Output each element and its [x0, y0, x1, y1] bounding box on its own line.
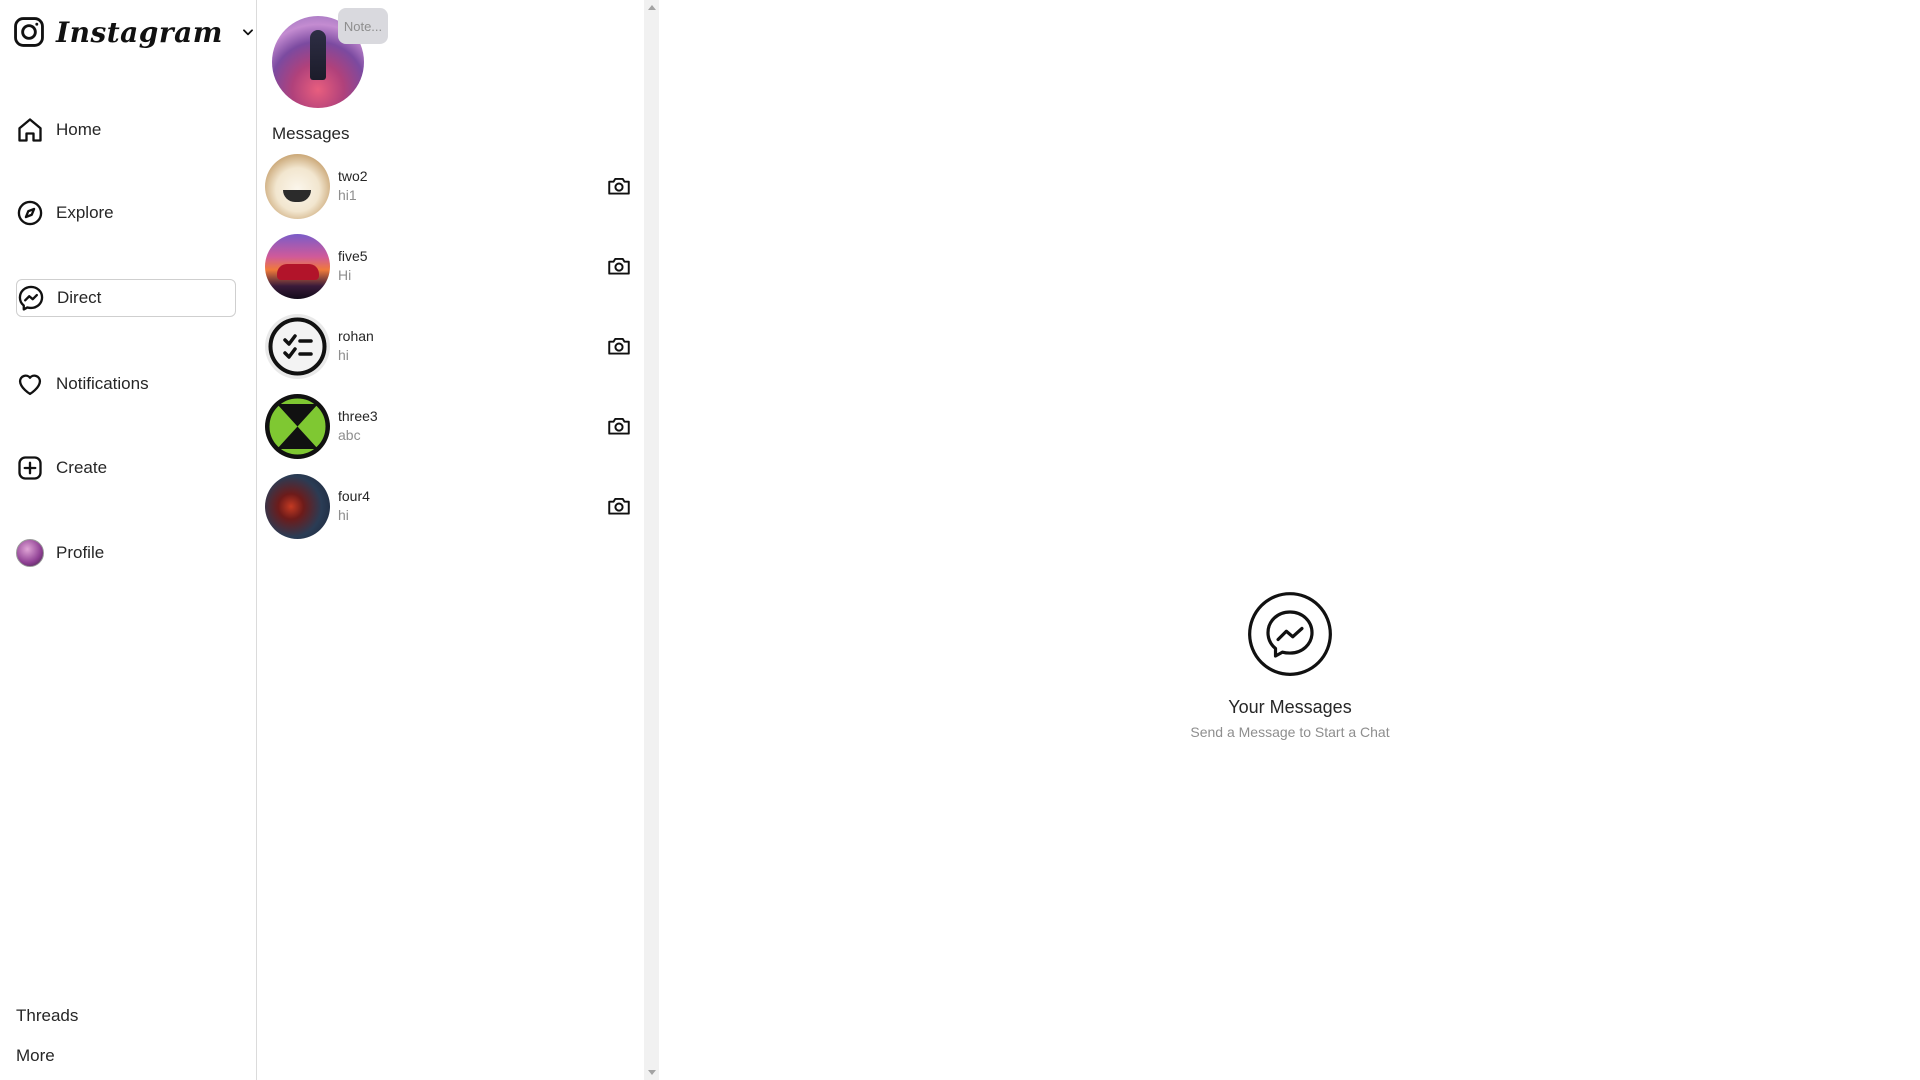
- conversation-text: four4 hi: [338, 487, 606, 525]
- conversation-item[interactable]: three3 abc: [265, 392, 636, 460]
- avatar-figure: [310, 30, 326, 80]
- empty-state: Your Messages Send a Message to Start a …: [1160, 590, 1420, 740]
- conversation-preview: abc: [338, 427, 361, 443]
- avatar: [265, 153, 330, 219]
- sidebar-item-explore[interactable]: Explore: [16, 194, 236, 232]
- sidebar-item-label: Notifications: [56, 374, 149, 393]
- camera-icon[interactable]: [606, 413, 632, 439]
- empty-state-title: Your Messages: [1228, 697, 1352, 717]
- messenger-icon: [1248, 592, 1332, 676]
- sidebar-item-label: Direct: [57, 288, 102, 307]
- avatar: [265, 393, 330, 459]
- conversation-text: two2 hi1: [338, 167, 606, 205]
- camera-icon[interactable]: [606, 493, 632, 519]
- conversation-username: rohan: [338, 328, 374, 344]
- sidebar-item-home[interactable]: Home: [16, 111, 236, 149]
- conversation-item[interactable]: two2 hi1: [265, 152, 636, 220]
- sidebar-item-label: Profile: [56, 543, 105, 562]
- threads-link[interactable]: Threads: [16, 1006, 78, 1026]
- conversation-username: three3: [338, 408, 378, 424]
- avatar: [265, 233, 330, 299]
- app-root: Instagram Home Explore Direct Notificati…: [0, 0, 1920, 1080]
- conversation-item[interactable]: four4 hi: [265, 472, 636, 540]
- avatar-wrap: [16, 539, 44, 567]
- avatar: [265, 473, 330, 539]
- sidebar-item-direct[interactable]: Direct: [16, 279, 236, 317]
- sidebar-item-label: Home: [56, 120, 102, 139]
- plus-square-icon: [16, 454, 44, 482]
- heart-icon: [16, 370, 44, 398]
- sidebar-item-profile[interactable]: Profile: [16, 534, 236, 572]
- conversation-preview: Hi: [338, 267, 352, 283]
- camera-icon[interactable]: [606, 173, 632, 199]
- chevron-down-icon[interactable]: [241, 25, 255, 39]
- messages-panel: Note... Messages two2 hi1 five5 Hi rohan…: [257, 0, 644, 1080]
- conversation-preview: hi1: [338, 187, 357, 203]
- brand[interactable]: Instagram: [12, 10, 255, 54]
- camera-icon[interactable]: [606, 333, 632, 359]
- sidebar-item-notifications[interactable]: Notifications: [16, 365, 236, 403]
- avatar: [16, 539, 44, 567]
- sidebar-item-label: Create: [56, 458, 108, 477]
- sidebar-item-label: Explore: [56, 203, 114, 222]
- conversation-text: rohan hi: [338, 327, 606, 365]
- conversation-preview: hi: [338, 507, 349, 523]
- camera-icon[interactable]: [606, 253, 632, 279]
- instagram-icon: [14, 17, 44, 47]
- messages-title: Messages: [272, 124, 350, 143]
- conversation-text: five5 Hi: [338, 247, 606, 285]
- avatar: [265, 313, 330, 379]
- scroll-up-icon[interactable]: [648, 5, 656, 10]
- home-icon: [16, 116, 44, 144]
- conversation-text: three3 abc: [338, 407, 606, 445]
- compass-icon: [16, 199, 44, 227]
- empty-state-subtitle: Send a Message to Start a Chat: [1190, 724, 1390, 740]
- instagram-wordmark: Instagram: [56, 15, 223, 49]
- more-link[interactable]: More: [16, 1046, 55, 1066]
- sidebar: Instagram Home Explore Direct Notificati…: [0, 0, 257, 1080]
- scrollbar[interactable]: [644, 0, 659, 1080]
- scroll-down-icon[interactable]: [648, 1070, 656, 1075]
- conversation-username: two2: [338, 168, 368, 184]
- conversation-preview: hi: [338, 347, 349, 363]
- omnitrix-icon: [265, 394, 330, 458]
- conversation-username: five5: [338, 248, 368, 264]
- sidebar-item-create[interactable]: Create: [16, 449, 236, 487]
- checklist-icon: [268, 317, 327, 375]
- conversation-item[interactable]: five5 Hi: [265, 232, 636, 300]
- note-input[interactable]: Note...: [338, 8, 388, 44]
- messenger-icon: [17, 284, 45, 312]
- conversation-item[interactable]: rohan hi: [265, 312, 636, 380]
- conversation-username: four4: [338, 488, 370, 504]
